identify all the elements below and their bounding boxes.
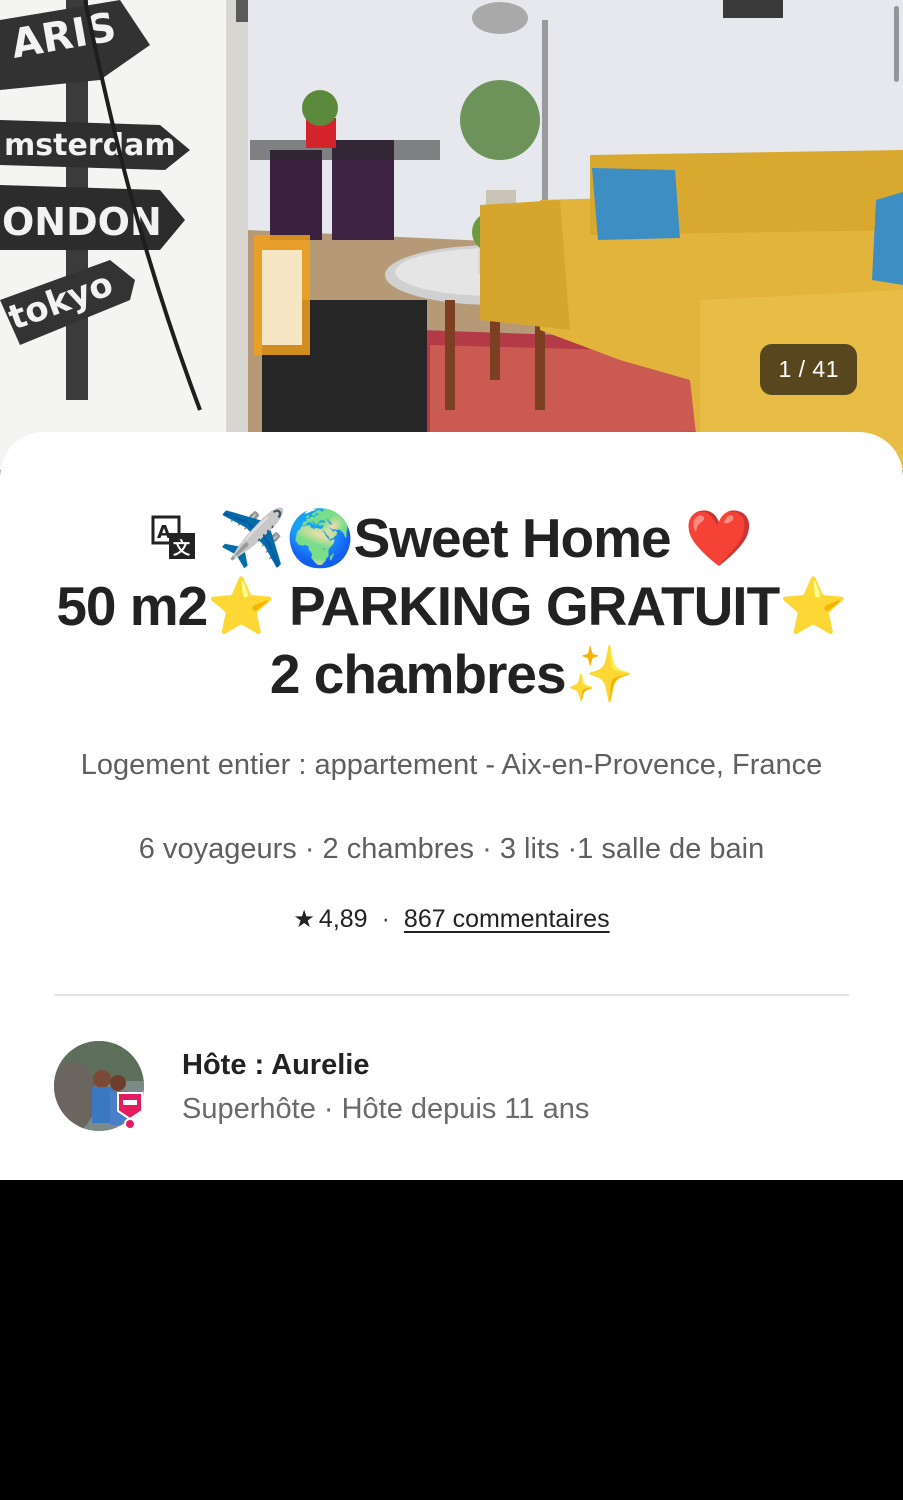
reviews-link[interactable]: 867 commentaires xyxy=(404,905,610,933)
photo-counter: 1 / 41 xyxy=(760,344,857,395)
svg-text:msterdam: msterdam xyxy=(4,128,176,163)
listing-photo-image: ARIS msterdam ONDON tokyo xyxy=(0,0,903,470)
host-name: Hôte : Aurelie xyxy=(182,1049,370,1081)
svg-text:文: 文 xyxy=(173,538,191,559)
svg-text:A: A xyxy=(157,522,171,543)
plane-emoji: ✈️ xyxy=(218,506,287,570)
host-meta: Superhôte · Hôte depuis 11 ans xyxy=(182,1093,590,1125)
listing-subtitle: Logement entier : appartement - Aix-en-P… xyxy=(80,749,823,781)
title-text-2a: 50 m2 xyxy=(56,575,208,637)
rating-row: ★ 4,89 · 867 commentaires xyxy=(0,905,903,934)
title-line-1: A 文 ✈️🌍Sweet Home ❤️ xyxy=(30,504,873,572)
title-text-1: Sweet Home xyxy=(353,507,672,569)
title-line-3: 2 chambres✨ xyxy=(30,640,873,708)
listing-details: 6 voyageurs · 2 chambres · 3 lits ·1 sal… xyxy=(138,833,765,865)
globe-emoji: 🌍 xyxy=(286,506,354,570)
scroll-indicator xyxy=(894,6,899,82)
listing-title: A 文 ✈️🌍Sweet Home ❤️ 50 m2⭐ PARKING GRAT… xyxy=(30,504,873,708)
empty-area xyxy=(0,1180,903,1500)
star-emoji: ⭐ xyxy=(207,574,275,638)
sparkles-emoji: ✨ xyxy=(565,642,634,706)
translate-icon[interactable]: A 文 xyxy=(151,515,197,561)
heart-emoji: ❤️ xyxy=(684,506,753,570)
divider xyxy=(54,994,849,996)
title-text-2b: PARKING GRATUIT xyxy=(289,575,780,637)
star-icon: ★ xyxy=(293,906,315,933)
title-line-2: 50 m2⭐ PARKING GRATUIT⭐ xyxy=(30,572,873,640)
rating-separator: · xyxy=(381,905,390,933)
rating-value: 4,89 xyxy=(318,905,368,933)
star-emoji: ⭐ xyxy=(779,574,847,638)
listing-photo[interactable]: ARIS msterdam ONDON tokyo 1 / 41 xyxy=(0,0,903,470)
host-row[interactable]: Hôte : Aurelie Superhôte · Hôte depuis 1… xyxy=(54,1041,854,1141)
title-text-3: 2 chambres xyxy=(269,643,567,705)
listing-card: A 文 ✈️🌍Sweet Home ❤️ 50 m2⭐ PARKING GRAT… xyxy=(0,432,903,1180)
superhost-badge-icon xyxy=(117,1092,143,1130)
